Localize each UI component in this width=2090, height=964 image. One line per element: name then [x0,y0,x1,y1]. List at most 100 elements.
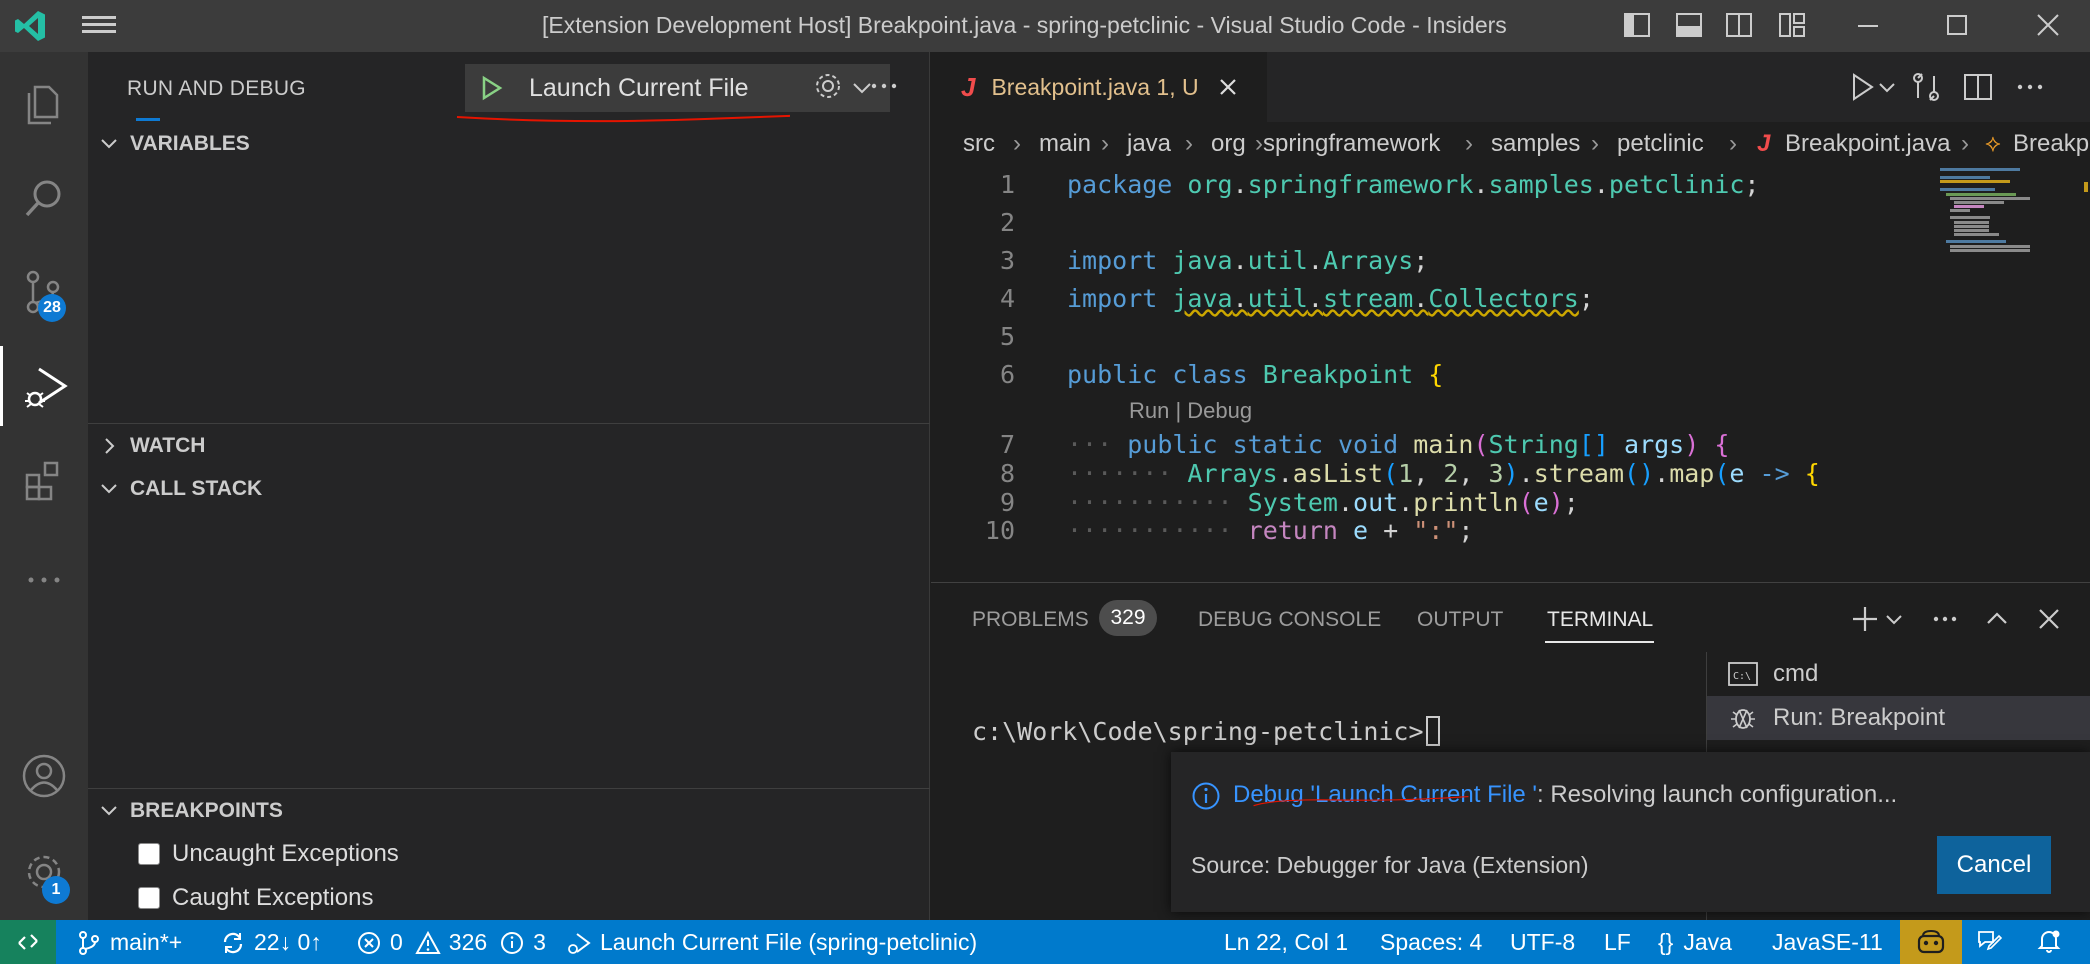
caught-exceptions-checkbox[interactable] [138,887,160,909]
notifications-status[interactable] [2036,928,2070,954]
extensions-activity[interactable] [0,440,88,520]
tab-breakpoint-java[interactable]: J Breakpoint.java 1, U [931,52,1267,122]
breadcrumb-main[interactable]: main [1039,130,1091,158]
close-panel-icon[interactable] [2034,604,2064,634]
extensions-icon [25,461,59,501]
uncaught-exceptions-label: Uncaught Exceptions [172,840,399,867]
line-number: 5 [999,322,1015,351]
breadcrumb-org[interactable]: org [1211,130,1246,158]
cancel-button[interactable]: Cancel [1937,836,2051,894]
language-status[interactable]: {} Java [1658,929,1732,956]
source-control-activity[interactable]: 28 [0,252,88,332]
terminal-prompt: c:\Work\Code\spring-petclinic> [972,717,1424,746]
uncaught-exceptions-item[interactable]: Uncaught Exceptions [138,834,399,874]
code-line: 10 ··········· return e + ":"; [931,512,2071,550]
infos-count: 3 [533,929,546,955]
tab-problems[interactable]: PROBLEMS [972,608,1089,632]
breadcrumb-springframework[interactable]: springframework [1263,130,1440,158]
breakpoints-section-header[interactable]: BREAKPOINTS [88,788,930,832]
remote-indicator[interactable] [0,920,56,964]
jdk-status[interactable]: JavaSE-11 [1772,929,1883,956]
sync-label: 22↓ 0↑ [254,929,322,955]
more-icon [28,577,60,583]
more-actions-icon[interactable] [1930,604,1960,634]
window-title: [Extension Development Host] Breakpoint.… [542,12,1507,38]
call-stack-section-header[interactable]: CALL STACK [88,467,930,511]
toggle-secondary-sidebar-icon[interactable] [1724,10,1754,40]
files-icon [27,85,59,125]
encoding-status[interactable]: UTF-8 [1510,929,1575,956]
breadcrumb-class[interactable]: Breakpoint [2013,130,2090,158]
tab-terminal[interactable]: TERMINAL [1547,608,1653,632]
watch-section-header[interactable]: WATCH [88,423,930,467]
maximize-icon[interactable] [1936,8,1976,44]
uncaught-exceptions-checkbox[interactable] [138,843,160,865]
encoding-label: UTF-8 [1510,929,1576,955]
terminal-item-cmd[interactable]: C:\ cmd [1707,652,2090,696]
caught-exceptions-item[interactable]: Caught Exceptions [138,878,373,918]
breadcrumb-separator: › [1729,130,1737,157]
more-actions-icon[interactable] [866,68,902,104]
git-branch-icon [79,930,99,955]
indentation-status[interactable]: Spaces: 4 [1380,929,1482,956]
codelens-line: Run | Debug [931,398,2071,426]
launch-label: Launch Current File (spring-petclinic) [600,929,978,955]
chevron-down-icon[interactable] [1884,604,1904,634]
toggle-panel-icon[interactable] [1674,10,1704,40]
breadcrumb-petclinic[interactable]: petclinic [1617,130,1704,158]
terminal-item-run-breakpoint[interactable]: Run: Breakpoint [1707,696,2090,740]
new-terminal-plus-icon[interactable] [1850,604,1880,634]
start-debugging-icon[interactable] [477,74,505,102]
terminal-cursor [1425,716,1440,746]
tab-label: Breakpoint.java 1, U [991,73,1199,100]
menu-hamburger-icon[interactable] [82,12,116,40]
launch-status[interactable]: Launch Current File (spring-petclinic) [566,929,977,956]
breadcrumb-src[interactable]: src [963,130,995,158]
open-launch-json-gear-icon[interactable] [810,68,846,104]
open-changes-icon[interactable] [1909,70,1943,104]
toggle-primary-sidebar-icon[interactable] [1622,10,1652,40]
problems-status[interactable]: 0 326 3 [356,929,546,956]
breadcrumb-java[interactable]: java [1127,130,1171,158]
search-activity[interactable] [0,158,88,238]
close-tab-icon[interactable] [1217,76,1239,98]
accounts-activity[interactable] [0,736,88,816]
terminal-output[interactable]: c:\Work\Code\spring-petclinic> [972,716,1440,746]
customize-layout-icon[interactable] [1777,10,1807,40]
close-window-icon[interactable] [2028,8,2068,44]
variables-section-header[interactable]: VARIABLES [88,122,930,166]
sync-status[interactable]: 22↓ 0↑ [220,929,322,956]
eol-status[interactable]: LF [1604,929,1631,956]
java-file-icon: J [1757,130,1771,157]
copilot-icon [1917,929,1945,954]
split-editor-icon[interactable] [1961,70,1995,104]
breadcrumb-file[interactable]: Breakpoint.java [1785,130,1950,158]
eol-label: LF [1604,929,1631,955]
code-editor[interactable]: 1 package org.springframework.samples.pe… [931,166,2090,580]
code-text: import java.util.stream.Collectors; [1067,284,1594,313]
minimap[interactable] [1940,166,2090,276]
more-activity[interactable] [0,540,88,620]
breadcrumb-samples[interactable]: samples [1491,130,1580,158]
maximize-panel-icon[interactable] [1982,604,2012,634]
run-debug-activity[interactable] [0,346,88,426]
codelens-run-debug[interactable]: Run | Debug [1129,398,1252,424]
code-line: 5 [931,318,2071,356]
breadcrumb-separator: › [1013,130,1021,157]
chevron-down-icon[interactable] [1875,70,1899,104]
feedback-icon [1978,931,2002,951]
tab-debug-console[interactable]: DEBUG CONSOLE [1198,608,1381,632]
manage-activity[interactable]: 1 [0,832,88,912]
branch-status[interactable]: main*+ [76,929,182,956]
cursor-position[interactable]: Ln 22, Col 1 [1224,929,1348,956]
indentation-label: Spaces: 4 [1380,929,1483,955]
copilot-status[interactable] [1900,920,1962,964]
feedback-status[interactable] [1976,928,2010,954]
breadcrumb-separator: › [1465,130,1473,157]
more-actions-icon[interactable] [2013,70,2047,104]
variables-label: VARIABLES [130,132,250,155]
minimize-icon[interactable] [1848,8,1888,44]
explorer-activity[interactable] [0,64,88,144]
tab-output[interactable]: OUTPUT [1417,608,1503,632]
breadcrumb-separator: › [1591,130,1599,157]
